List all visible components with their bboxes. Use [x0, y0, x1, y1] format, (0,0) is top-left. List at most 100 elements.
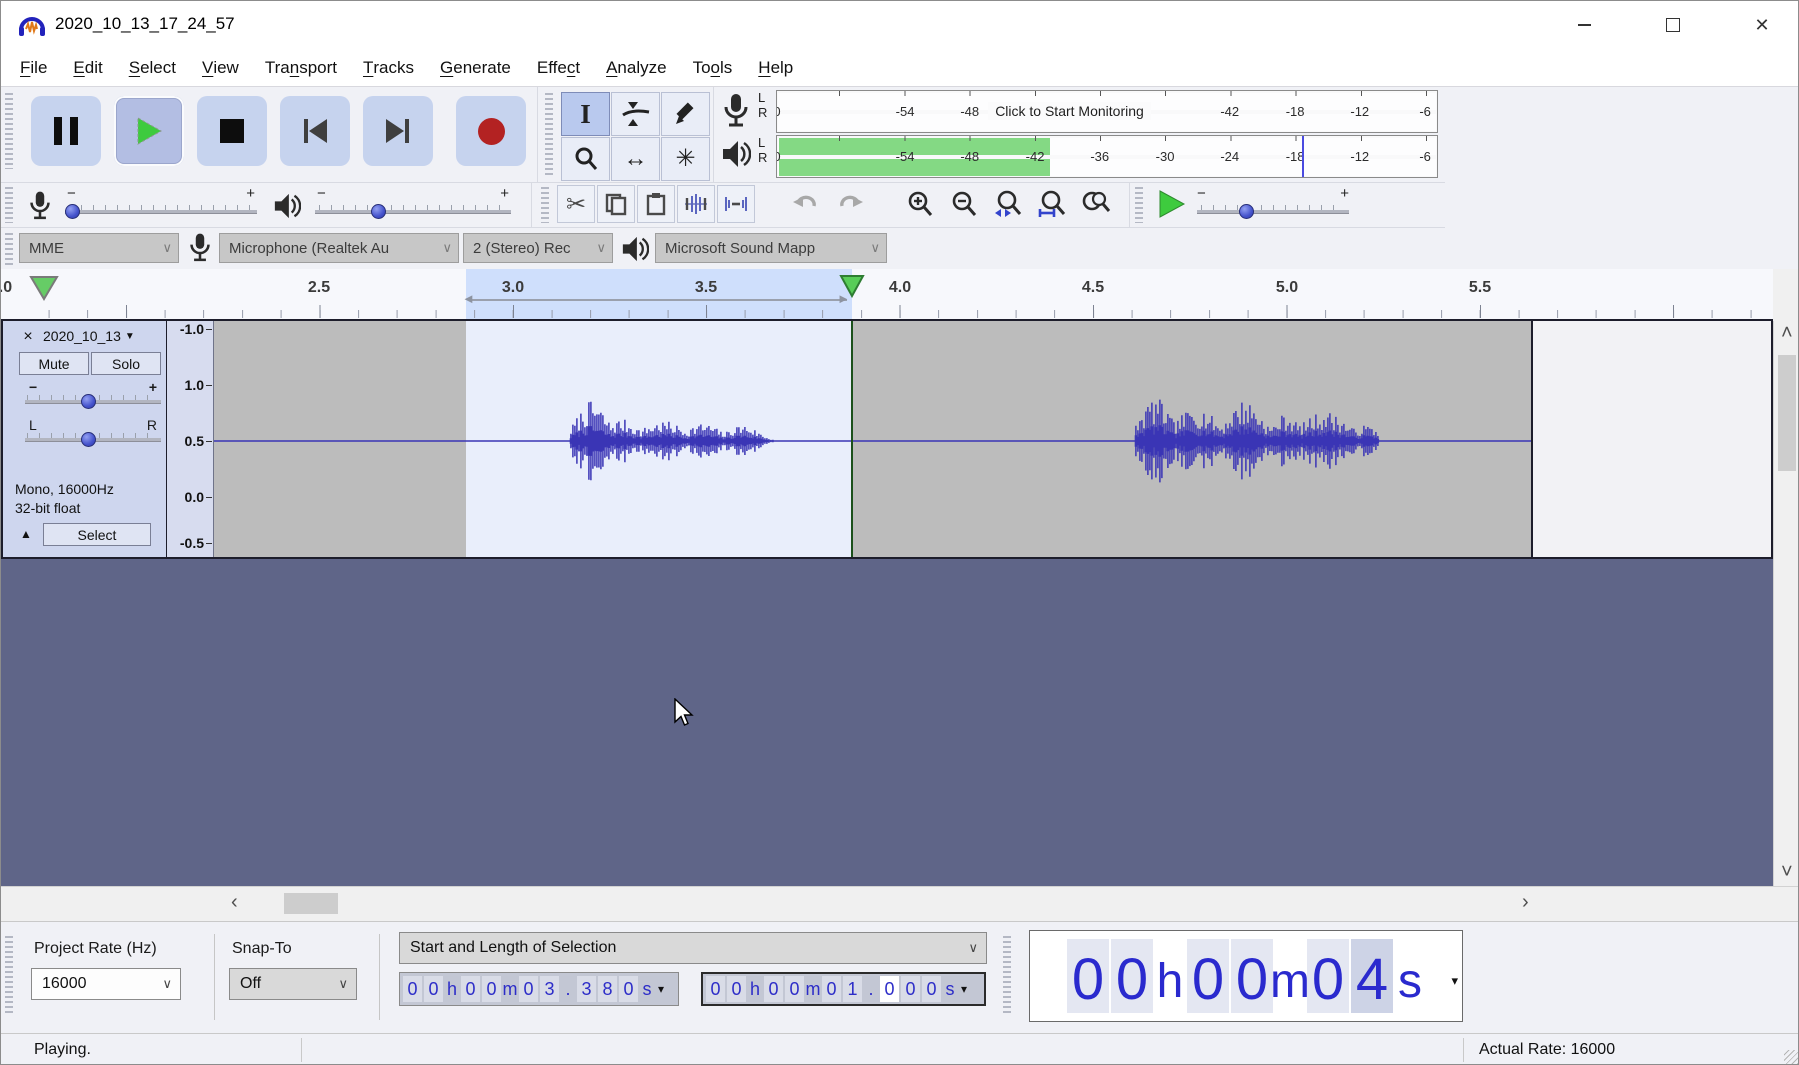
- time-digit-cell[interactable]: 0: [1111, 939, 1153, 1013]
- vertical-scrollbar[interactable]: ˄ ˅: [1773, 321, 1799, 886]
- scroll-up-icon[interactable]: ˄: [1781, 323, 1793, 343]
- solo-button[interactable]: Solo: [91, 352, 161, 375]
- selection-toolbar-grip[interactable]: [5, 936, 13, 1016]
- multi-tool-button[interactable]: ✳: [661, 137, 710, 181]
- time-digit-cell[interactable]: s: [1395, 939, 1425, 1013]
- time-digit-cell[interactable]: 0: [1187, 939, 1229, 1013]
- trim-audio-button[interactable]: [677, 185, 715, 223]
- undo-button[interactable]: [787, 185, 825, 223]
- time-digit-cell[interactable]: h: [748, 976, 762, 1002]
- resize-grip[interactable]: [1784, 1050, 1798, 1064]
- time-toolbar-grip[interactable]: [1003, 936, 1011, 1016]
- track-canvas-background[interactable]: [1, 559, 1799, 886]
- close-button[interactable]: ✕: [1739, 2, 1785, 48]
- menu-item[interactable]: Edit: [60, 49, 115, 86]
- field-caret-icon[interactable]: ▾: [961, 982, 967, 996]
- time-digit-cell[interactable]: s: [943, 976, 957, 1002]
- time-digit-cell[interactable]: 3: [577, 976, 596, 1002]
- time-digit-cell[interactable]: 0: [1231, 939, 1273, 1013]
- scroll-down-icon[interactable]: ˅: [1781, 862, 1793, 882]
- collapse-track-button[interactable]: ▲: [13, 523, 39, 545]
- recording-volume-slider[interactable]: − +: [63, 185, 259, 225]
- menu-item[interactable]: Transport: [252, 49, 350, 86]
- cut-button[interactable]: ✂: [557, 185, 595, 223]
- menu-item[interactable]: Tools: [680, 49, 746, 86]
- time-digit-cell[interactable]: 0: [880, 976, 899, 1002]
- timeline-ruler[interactable]: 2.53.03.54.04.55.05.56.0 ◄ ►: [1, 269, 1773, 319]
- transport-toolbar-grip[interactable]: [5, 93, 13, 169]
- gain-slider-thumb[interactable]: [81, 394, 96, 409]
- time-digit-cell[interactable]: 0: [519, 976, 538, 1002]
- selection-length-time-field[interactable]: 00h00m01.000s▾: [701, 972, 986, 1006]
- monitoring-prompt[interactable]: Click to Start Monitoring: [988, 102, 1151, 120]
- track-pan-slider[interactable]: L R: [25, 417, 161, 453]
- time-digit-cell[interactable]: 0: [822, 976, 841, 1002]
- time-digit-cell[interactable]: 0: [922, 976, 941, 1002]
- time-digit-cell[interactable]: s: [640, 976, 654, 1002]
- time-digit-cell[interactable]: .: [864, 976, 878, 1002]
- pause-button[interactable]: [31, 96, 101, 166]
- zoom-toggle-button[interactable]: [1077, 185, 1115, 223]
- playback-volume-thumb[interactable]: [371, 204, 386, 219]
- audio-position-display[interactable]: 00h00m04s▾: [1029, 930, 1463, 1022]
- time-digit-cell[interactable]: 3: [540, 976, 559, 1002]
- mixer-toolbar-grip[interactable]: [5, 187, 13, 223]
- time-digit-cell[interactable]: 0: [764, 976, 783, 1002]
- playhead-triangle[interactable]: [839, 274, 865, 298]
- time-digit-cell[interactable]: 4: [1351, 939, 1393, 1013]
- paste-button[interactable]: [637, 185, 675, 223]
- time-digit-cell[interactable]: 0: [619, 976, 638, 1002]
- time-digit-cell[interactable]: 0: [403, 976, 422, 1002]
- draw-tool-button[interactable]: [661, 92, 710, 136]
- zoom-in-button[interactable]: [901, 185, 939, 223]
- time-digit-cell[interactable]: h: [1155, 939, 1185, 1013]
- zoom-out-button[interactable]: [945, 185, 983, 223]
- play-at-speed-grip[interactable]: [1135, 187, 1143, 223]
- time-digit-cell[interactable]: 0: [1067, 939, 1109, 1013]
- time-digit-cell[interactable]: 0: [727, 976, 746, 1002]
- zoom-tool-button[interactable]: [561, 137, 610, 181]
- time-digit-cell[interactable]: 0: [706, 976, 725, 1002]
- speed-slider-thumb[interactable]: [1239, 204, 1254, 219]
- time-digit-cell[interactable]: m: [806, 976, 820, 1002]
- horizontal-scrollbar[interactable]: ‹ ›: [1, 886, 1799, 921]
- play-at-speed-button[interactable]: [1149, 183, 1193, 225]
- selection-start-time-field[interactable]: 00h00m03.380s▾: [399, 972, 679, 1006]
- menu-item[interactable]: View: [189, 49, 252, 86]
- recording-channels-select[interactable]: 2 (Stereo) Rec ∨: [463, 233, 613, 263]
- horizontal-scroll-thumb[interactable]: [284, 893, 338, 914]
- menu-item[interactable]: Select: [116, 49, 189, 86]
- envelope-tool-button[interactable]: [611, 92, 660, 136]
- track-title-menu[interactable]: 2020_10_13 ▼: [43, 328, 135, 344]
- snap-to-select[interactable]: Off ∨: [229, 968, 357, 1000]
- playback-device-select[interactable]: Microsoft Sound Mapp ∨: [655, 233, 887, 263]
- copy-button[interactable]: [597, 185, 635, 223]
- scroll-right-icon[interactable]: ›: [1522, 892, 1529, 912]
- pan-slider-thumb[interactable]: [81, 432, 96, 447]
- time-digit-cell[interactable]: 0: [424, 976, 443, 1002]
- edit-toolbar-grip[interactable]: [541, 187, 549, 223]
- maximize-button[interactable]: [1650, 2, 1696, 48]
- time-digit-cell[interactable]: 0: [482, 976, 501, 1002]
- selection-mode-select[interactable]: Start and Length of Selection ∨: [399, 932, 987, 964]
- recording-device-select[interactable]: Microphone (Realtek Au ∨: [219, 233, 459, 263]
- stop-button[interactable]: [197, 96, 267, 166]
- time-digit-cell[interactable]: .: [561, 976, 575, 1002]
- recording-volume-thumb[interactable]: [65, 204, 80, 219]
- skip-to-start-button[interactable]: [280, 96, 350, 166]
- track-waveform-area[interactable]: [214, 321, 1531, 557]
- time-digit-cell[interactable]: 8: [598, 976, 617, 1002]
- project-rate-select[interactable]: 16000 ∨: [31, 968, 181, 1000]
- menu-item[interactable]: Generate: [427, 49, 524, 86]
- device-toolbar-grip[interactable]: [5, 233, 13, 265]
- playback-meter[interactable]: -54-48-42-36-30-24-18-12-60: [776, 135, 1438, 178]
- minimize-button[interactable]: [1561, 2, 1607, 48]
- menu-item[interactable]: Tracks: [350, 49, 427, 86]
- fit-project-button[interactable]: [1033, 185, 1071, 223]
- redo-button[interactable]: [831, 185, 869, 223]
- menu-item[interactable]: File: [7, 49, 60, 86]
- mute-button[interactable]: Mute: [19, 352, 89, 375]
- time-digit-cell[interactable]: m: [1275, 939, 1305, 1013]
- time-digit-cell[interactable]: m: [503, 976, 517, 1002]
- play-button[interactable]: [114, 96, 184, 166]
